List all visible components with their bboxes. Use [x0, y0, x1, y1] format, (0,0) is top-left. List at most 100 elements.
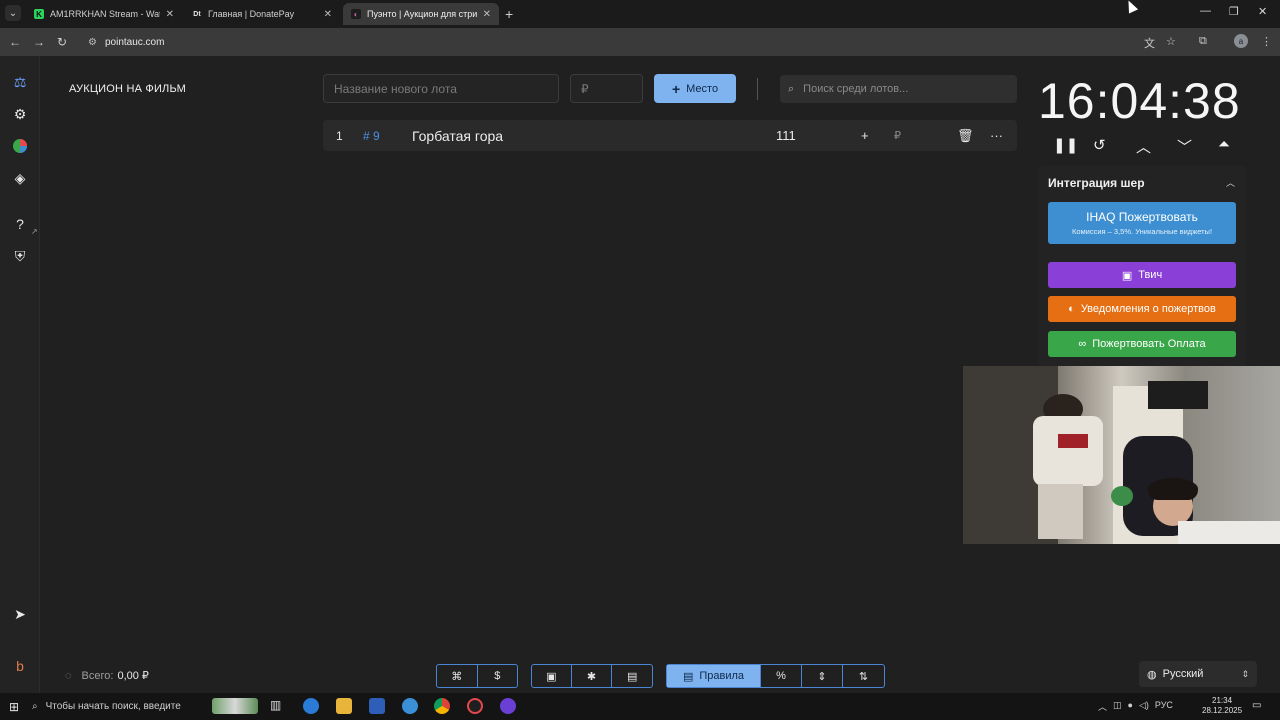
clock-date: 28.12.2025 [1202, 706, 1243, 715]
sidebar: ⚖ ⚙ ◈ ? ↗ ⛨ ➤ b [0, 56, 40, 693]
total-value: 0,00 ₽ [117, 670, 149, 682]
donate-pay-button[interactable]: ∞ Пожертвовать Оплата [1048, 331, 1236, 357]
url-text: pointauc.com [104, 36, 165, 48]
app-icon[interactable] [500, 698, 516, 714]
layers-icon[interactable]: ◈ [10, 168, 30, 188]
reload-icon[interactable]: ↻ [57, 35, 67, 49]
translate-icon[interactable]: 文 [1144, 35, 1155, 51]
add-lot-button[interactable]: + Место [654, 74, 736, 103]
rub-input-icon[interactable]: ₽ [894, 129, 901, 142]
forward-icon[interactable]: → [33, 35, 45, 49]
clock-time: 21:34 [1212, 696, 1233, 705]
collapse-chevron-icon[interactable]: ︿ [1226, 176, 1235, 189]
auction-title: АУКЦИОН НА ФИЛЬМ [69, 83, 187, 95]
close-icon[interactable]: ✕ [324, 9, 332, 20]
new-lot-name-input[interactable] [323, 74, 559, 103]
chevron-up-icon[interactable]: ︿ [1136, 136, 1151, 157]
url-field[interactable]: ⚙ pointauc.com [80, 32, 1180, 52]
mic-icon[interactable]: ● [1128, 700, 1133, 713]
total-label: Всего: [81, 669, 114, 682]
rules-button[interactable]: ▤ Правила [667, 665, 761, 687]
address-bar: ← → ↻ ⚙ pointauc.com 文 ☆ ⧉ ⋮ [0, 28, 1280, 56]
history-icon[interactable]: ▤ [612, 665, 652, 687]
compact-icon[interactable]: ⇕ [802, 665, 843, 687]
close-window-icon[interactable]: ✕ [1258, 5, 1267, 18]
lot-search[interactable]: ⌕ [780, 75, 1017, 103]
sort-icon[interactable]: ⇅ [843, 665, 884, 687]
donate-dollar-icon[interactable]: $ [478, 665, 518, 687]
reset-icon[interactable]: ↺ [1093, 136, 1106, 154]
site-settings-icon[interactable]: ⚙ [88, 37, 97, 48]
obs-icon[interactable] [467, 698, 483, 714]
settings-gear-icon[interactable]: ⚙ [10, 104, 30, 124]
display-button-group: ▤ Правила % ⇕ ⇅ [666, 664, 885, 688]
webcam-overlay [963, 366, 1280, 544]
tools-button-group: ▣ ✱ ▤ [531, 664, 653, 688]
add-amount-icon[interactable]: + [861, 128, 869, 143]
wheel-icon[interactable] [10, 136, 30, 156]
profile-avatar[interactable]: a [1234, 34, 1248, 48]
boosty-icon[interactable]: b [10, 656, 30, 676]
lot-row[interactable]: 1 # 9 Горбатая гора 111 + ₽ 🗑 ··· [323, 120, 1017, 151]
donationalerts-icon: ◐ [1068, 303, 1075, 315]
donation-panel-title: Интеграция шер [1048, 176, 1145, 190]
browser-tab[interactable]: K AM1RRKHAN Stream - Watch L ✕ [26, 3, 182, 25]
chevron-down-icon[interactable]: ﹀ [1177, 136, 1192, 157]
chrome-menu-icon[interactable]: ⋮ [1261, 35, 1272, 48]
double-chevron-up-icon[interactable]: ⏶ [1218, 136, 1230, 153]
tab-search-button[interactable]: ⌄ [5, 5, 21, 21]
close-icon[interactable]: ✕ [483, 9, 491, 20]
chrome-icon[interactable] [434, 698, 450, 714]
notifications-icon[interactable]: ▭ [1252, 700, 1261, 711]
github-icon[interactable]: ⌘ [437, 665, 478, 687]
close-icon[interactable]: ✕ [166, 9, 174, 20]
bug-report-icon[interactable]: ✱ [572, 665, 613, 687]
edge-icon[interactable] [303, 698, 319, 714]
donatepay-icon: ∞ [1078, 338, 1087, 350]
donation-alerts-label: Уведомления о пожертвов [1080, 303, 1216, 315]
help-icon[interactable]: ? [10, 214, 30, 234]
restore-icon[interactable]: ❐ [1229, 5, 1239, 18]
new-tab-icon[interactable]: + [505, 6, 513, 22]
wheel-pie-icon [13, 139, 27, 153]
app-icon[interactable] [402, 698, 418, 714]
donate-ihaq-button[interactable]: IHAQ Пожертвовать Комиссия – 3,5%. Уника… [1048, 202, 1236, 244]
lot-search-input[interactable] [801, 82, 1002, 96]
extensions-icon[interactable]: ⧉ [1199, 35, 1207, 48]
more-dots-icon[interactable]: ··· [990, 128, 1003, 143]
lot-tag[interactable]: # 9 [363, 129, 380, 143]
lot-rank: 1 [336, 128, 343, 143]
pause-icon[interactable]: ❚❚ [1053, 136, 1078, 154]
tray-chevron-icon[interactable]: ︿ [1098, 700, 1107, 713]
taskbar-search[interactable]: ⌕ Чтобы начать поиск, введите [32, 696, 202, 717]
widgets-icon[interactable] [212, 698, 258, 714]
network-icon[interactable]: ◫ [1113, 700, 1122, 713]
browser-tab-active[interactable]: ◐ Пуэнто | Аукцион для стримеров ✕ [343, 3, 499, 25]
shield-check-icon[interactable]: ⛨ [10, 246, 30, 266]
store-icon[interactable] [369, 698, 385, 714]
taskbar-clock[interactable]: 21:34 28.12.2025 [1202, 696, 1242, 716]
donation-alerts-button[interactable]: ◐ Уведомления о пожертвов [1048, 296, 1236, 322]
bookmark-star-icon[interactable]: ☆ [1166, 35, 1176, 48]
back-icon[interactable]: ← [9, 35, 21, 49]
file-explorer-icon[interactable] [336, 698, 352, 714]
browser-tab[interactable]: Dt Главная | DonatePay ✕ [184, 3, 340, 25]
search-icon: ⌕ [788, 82, 795, 95]
percent-icon[interactable]: % [761, 665, 802, 687]
volume-icon[interactable]: ◁) [1139, 700, 1149, 713]
auction-gavel-icon[interactable]: ⚖ [10, 72, 30, 92]
keyboard-lang[interactable]: РУС [1155, 700, 1173, 713]
language-select[interactable]: ◍ Русский ⇕ [1139, 661, 1257, 687]
delete-trash-icon[interactable]: 🗑 [957, 128, 974, 144]
save-icon[interactable]: ▣ [532, 665, 572, 687]
links-button-group: ⌘ $ [436, 664, 518, 688]
lot-name[interactable]: Горбатая гора [412, 128, 503, 144]
task-view-icon[interactable]: ▥ [270, 698, 286, 714]
twitch-button[interactable]: ▣ Твич [1048, 262, 1236, 288]
minimize-icon[interactable]: — [1200, 5, 1211, 17]
rules-label: Правила [699, 670, 745, 682]
telegram-icon[interactable]: ➤ [10, 604, 30, 624]
new-lot-amount-input[interactable] [570, 74, 643, 103]
windows-start-icon[interactable]: ⊞ [9, 700, 19, 714]
eye-off-icon[interactable]: ◌ [65, 670, 72, 682]
